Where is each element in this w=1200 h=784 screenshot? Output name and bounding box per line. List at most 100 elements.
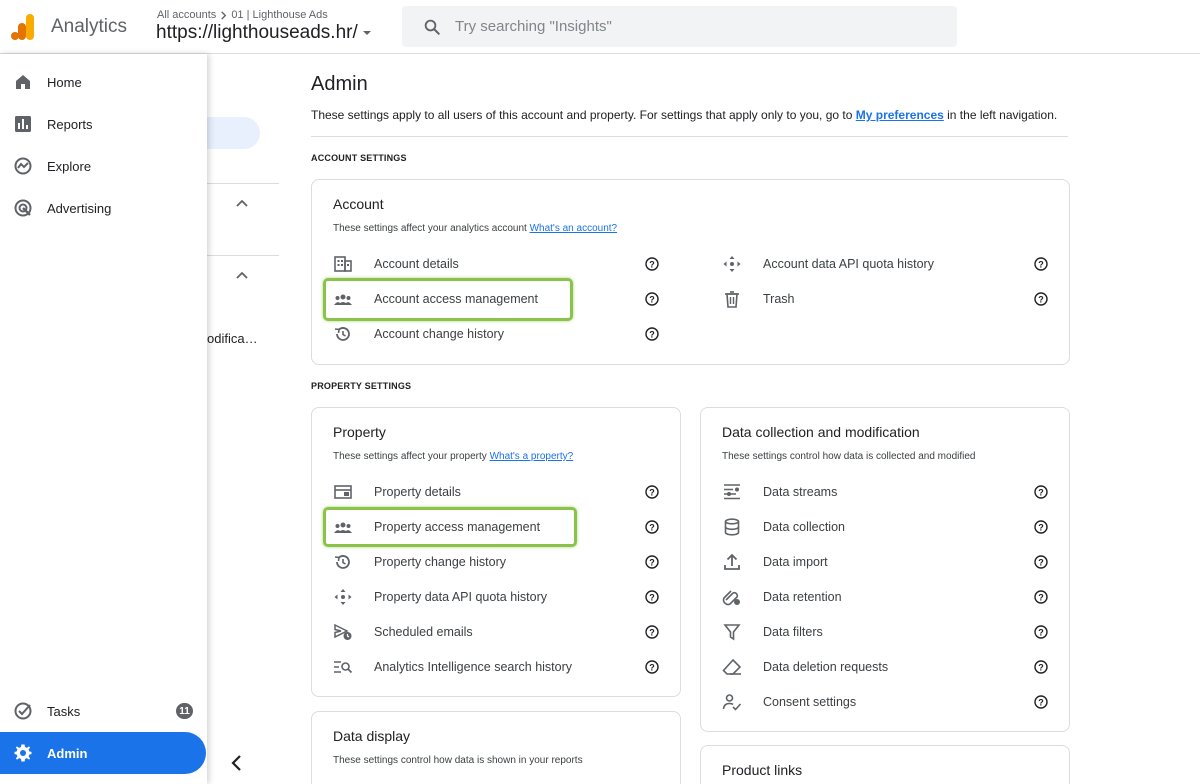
help-icon[interactable]: ? bbox=[645, 590, 659, 604]
breadcrumb-account: 01 | Lighthouse Ads bbox=[231, 9, 328, 21]
search-bar[interactable] bbox=[402, 6, 957, 47]
tasks-count-badge: 11 bbox=[176, 703, 193, 719]
nav-label: Explore bbox=[47, 158, 92, 174]
account-breadcrumb[interactable]: All accounts 01 | Lighthouse Ads bbox=[157, 9, 328, 21]
nav-item-explore[interactable]: Explore bbox=[0, 145, 207, 187]
caret-down-icon bbox=[362, 31, 371, 35]
trash-row[interactable]: Trash ? bbox=[701, 282, 1061, 316]
upload-icon bbox=[724, 553, 740, 570]
account-change-history-row[interactable]: Account change history ? bbox=[312, 317, 672, 351]
data-retention-row[interactable]: Data retention ? bbox=[701, 580, 1061, 614]
svg-text:?: ? bbox=[649, 294, 655, 304]
retention-icon bbox=[722, 590, 740, 606]
help-icon[interactable]: ? bbox=[645, 660, 659, 674]
consent-settings-row[interactable]: Consent settings ? bbox=[701, 685, 1061, 719]
my-preferences-link[interactable]: My preferences bbox=[856, 108, 944, 122]
nav-label: Home bbox=[47, 74, 82, 90]
property-change-history-row[interactable]: Property change history ? bbox=[312, 545, 672, 579]
data-streams-icon bbox=[724, 484, 740, 500]
help-icon[interactable]: ? bbox=[1034, 292, 1048, 306]
scheduled-send-icon bbox=[334, 623, 352, 640]
data-import-row[interactable]: Data import ? bbox=[701, 545, 1061, 579]
card-title: Property bbox=[333, 424, 386, 440]
nav-item-admin[interactable]: Admin bbox=[0, 732, 206, 774]
nav-label: Admin bbox=[47, 745, 88, 761]
highlight-property-access bbox=[323, 507, 577, 547]
reports-icon bbox=[15, 116, 31, 132]
property-selector[interactable]: https://lighthouseads.hr/ bbox=[156, 22, 372, 44]
row-label: Property details bbox=[374, 485, 461, 499]
help-icon[interactable]: ? bbox=[645, 520, 659, 534]
search-list-icon bbox=[334, 661, 353, 674]
help-icon[interactable]: ? bbox=[645, 625, 659, 639]
property-panel-icon bbox=[334, 485, 352, 499]
chevron-left-icon[interactable] bbox=[229, 754, 245, 772]
help-icon[interactable]: ? bbox=[1034, 695, 1048, 709]
svg-text:?: ? bbox=[1038, 259, 1044, 269]
analytics-intelligence-search-history-row[interactable]: Analytics Intelligence search history ? bbox=[312, 650, 672, 684]
svg-text:?: ? bbox=[1038, 522, 1044, 532]
whats-a-property-link[interactable]: What's a property? bbox=[490, 451, 574, 462]
svg-text:?: ? bbox=[649, 662, 655, 672]
help-icon[interactable]: ? bbox=[1034, 660, 1048, 674]
property-details-row[interactable]: Property details ? bbox=[312, 475, 672, 509]
row-label: Consent settings bbox=[763, 695, 857, 709]
scheduled-emails-row[interactable]: Scheduled emails ? bbox=[312, 615, 672, 649]
nav-item-advertising[interactable]: Advertising bbox=[0, 187, 207, 229]
account-data-api-quota-history-row[interactable]: Account data API quota history ? bbox=[701, 247, 1061, 281]
property-settings-label: PROPERTY SETTINGS bbox=[311, 381, 412, 391]
whats-an-account-link[interactable]: What's an account? bbox=[530, 223, 618, 234]
nav-item-reports[interactable]: Reports bbox=[0, 103, 207, 145]
data-collection-card: Data collection and modification These s… bbox=[700, 407, 1070, 732]
data-streams-row[interactable]: Data streams ? bbox=[701, 475, 1061, 509]
svg-text:?: ? bbox=[649, 557, 655, 567]
nav-item-tasks[interactable]: Tasks 11 bbox=[0, 690, 207, 732]
row-label: Data deletion requests bbox=[763, 660, 889, 674]
top-bar: Analytics All accounts 01 | Lighthouse A… bbox=[0, 0, 1200, 54]
card-title: Product links bbox=[722, 762, 803, 778]
chevron-up-icon[interactable] bbox=[236, 199, 248, 209]
tasks-check-icon bbox=[14, 702, 32, 720]
account-details-row[interactable]: Account details ? bbox=[312, 247, 672, 281]
subtitle-text: These settings affect your analytics acc… bbox=[333, 223, 530, 234]
svg-text:?: ? bbox=[649, 522, 655, 532]
help-icon[interactable]: ? bbox=[645, 292, 659, 306]
help-icon[interactable]: ? bbox=[1034, 485, 1048, 499]
help-icon[interactable]: ? bbox=[1034, 520, 1048, 534]
chevron-right-icon bbox=[221, 10, 227, 20]
divider bbox=[207, 183, 279, 184]
divider bbox=[207, 255, 279, 256]
help-icon[interactable]: ? bbox=[1034, 555, 1048, 569]
help-icon[interactable]: ? bbox=[1034, 257, 1048, 271]
card-title: Data display bbox=[333, 728, 411, 744]
svg-text:?: ? bbox=[1038, 627, 1044, 637]
help-icon[interactable]: ? bbox=[645, 327, 659, 341]
api-nodes-icon bbox=[334, 589, 352, 605]
property-data-api-quota-history-row[interactable]: Property data API quota history ? bbox=[312, 580, 672, 614]
filter-icon bbox=[723, 624, 741, 641]
row-label: Account details bbox=[374, 257, 459, 271]
account-settings-label: ACCOUNT SETTINGS bbox=[311, 153, 407, 163]
admin-secondary-nav bbox=[207, 54, 283, 784]
nav-label: Tasks bbox=[47, 703, 81, 719]
help-icon[interactable]: ? bbox=[1034, 590, 1048, 604]
help-icon[interactable]: ? bbox=[645, 257, 659, 271]
analytics-logo-icon[interactable] bbox=[11, 13, 35, 41]
data-filters-row[interactable]: Data filters ? bbox=[701, 615, 1061, 649]
secondary-nav-selected[interactable] bbox=[207, 117, 260, 149]
data-deletion-requests-row[interactable]: Data deletion requests ? bbox=[701, 650, 1061, 684]
nav-item-home[interactable]: Home bbox=[0, 61, 207, 103]
card-subtitle: These settings control how data is colle… bbox=[722, 451, 976, 462]
row-label: Account change history bbox=[374, 327, 504, 341]
help-icon[interactable]: ? bbox=[1034, 625, 1048, 639]
data-collection-row[interactable]: Data collection ? bbox=[701, 510, 1061, 544]
help-icon[interactable]: ? bbox=[645, 555, 659, 569]
help-icon[interactable]: ? bbox=[645, 485, 659, 499]
svg-text:?: ? bbox=[1038, 662, 1044, 672]
row-label: Data filters bbox=[763, 625, 823, 639]
search-input[interactable] bbox=[455, 18, 915, 35]
secondary-nav-item[interactable]: odifica… bbox=[207, 331, 258, 346]
advertising-icon bbox=[14, 199, 32, 217]
chevron-up-icon[interactable] bbox=[236, 271, 248, 281]
gear-icon bbox=[14, 744, 32, 762]
